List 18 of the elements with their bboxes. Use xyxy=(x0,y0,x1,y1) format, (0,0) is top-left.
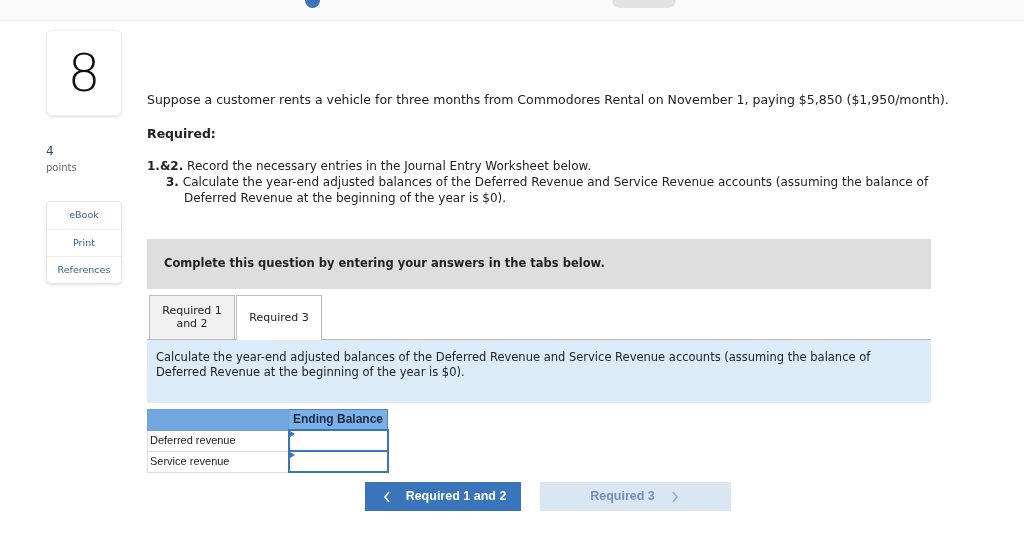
required-heading: Required: xyxy=(147,124,217,143)
tab[interactable]: Required 3 xyxy=(236,294,322,340)
points-value: 4 xyxy=(46,143,55,160)
requirement-text: 3. Calculate the year-end adjusted balances of the Deferred Revenue and Service Revenue accounts (assuming the balance of Deferred Revenue at the beginning of the year is $0). xyxy=(165,173,930,206)
tab-nav-button[interactable]: Required 1 and 2 xyxy=(365,482,521,511)
points-label: points xyxy=(46,161,78,175)
tab[interactable]: Required 1 and 2 xyxy=(149,294,235,339)
instruction-banner: Complete this question by entering your answers in the tabs below. xyxy=(147,238,931,289)
header-button[interactable] xyxy=(612,0,676,8)
side-link[interactable]: eBook xyxy=(47,202,121,229)
row-label: Service revenue xyxy=(147,451,289,472)
requirement-text: 1.&2. Record the necessary entries in the Journal Entry Worksheet below. xyxy=(147,157,593,174)
row-label: Deferred revenue xyxy=(147,430,289,451)
side-link[interactable]: References xyxy=(47,256,121,283)
tab-prompt: Calculate the year-end adjusted balances of the Deferred Revenue and Service Revenue accounts (assuming the balance of Deferred Revenue at the beginning of the year is $0). xyxy=(147,339,931,403)
question-intro: Suppose a customer rents a vehicle for three months from Commodores Rental on November 1, paying $5,850 ($1,950/month). xyxy=(147,91,950,109)
side-link[interactable]: Print xyxy=(47,229,121,256)
question-number: 8 xyxy=(46,30,122,116)
